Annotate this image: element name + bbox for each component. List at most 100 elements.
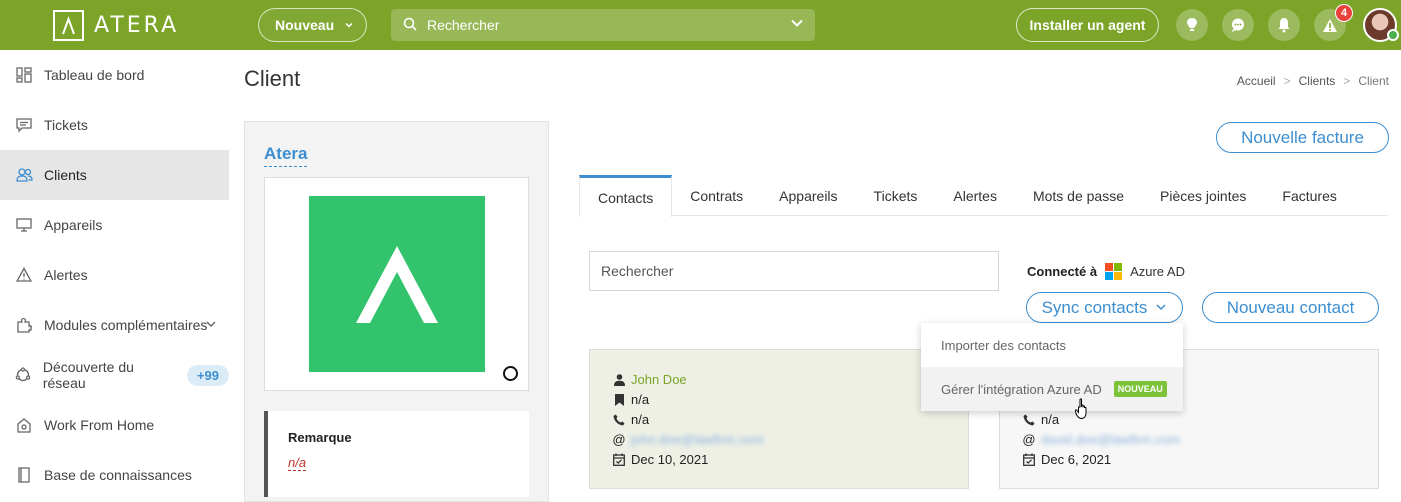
contact-email[interactable]: john.doe@lawfirm.com [631,432,763,447]
dashboard-icon [15,66,33,84]
top-bar: ATERA Nouveau Rechercher Installer un ag… [0,0,1401,50]
calendar-check-icon [613,453,625,466]
book-icon [15,466,33,484]
connected-label: Connecté à [1027,264,1098,279]
breadcrumb: Accueil > Clients > Client [1237,74,1389,88]
sync-contacts-menu: Importer des contacts Gérer l'intégratio… [921,323,1183,411]
menu-item-import-contacts[interactable]: Importer des contacts [921,323,1183,367]
client-name[interactable]: Atera [264,144,308,167]
connected-status: Connecté à Azure AD [1027,263,1185,280]
bookmark-icon [613,393,625,406]
remark-title: Remarque [288,430,352,445]
contact-phone-row: n/a [613,412,649,427]
hand-cursor-icon [1074,398,1091,423]
contact-date: Dec 6, 2021 [1041,452,1112,467]
breadcrumb-clients[interactable]: Clients [1299,74,1336,88]
new-button-label: Nouveau [275,17,335,33]
ticket-icon [15,116,33,134]
contact-role-row: n/a [613,392,649,407]
logo-text: ATERA [94,13,180,38]
sync-contacts-button[interactable]: Sync contacts [1026,292,1183,323]
phone-icon [613,414,625,426]
puzzle-icon [15,316,33,334]
chevron-down-icon [344,17,354,33]
contact-phone-row: n/a [1023,412,1059,427]
sidebar-item-alerts[interactable]: Alertes [0,250,229,300]
tab-contracts[interactable]: Contrats [672,175,761,216]
sidebar-item-label: Base de connaissances [44,467,192,483]
sidebar-item-clients[interactable]: Clients [0,150,229,200]
network-icon [15,366,32,384]
contact-email[interactable]: david.doe@lawfirm.com [1041,432,1180,447]
contact-card[interactable]: John Doe n/a n/a @ john.doe@lawfirm.com … [589,349,969,489]
warning-icon [15,266,33,284]
contact-email-row: @ david.doe@lawfirm.com [1022,432,1180,447]
tab-contacts[interactable]: Contacts [579,175,673,217]
search-icon [403,17,417,34]
chat-icon[interactable] [1222,9,1254,41]
contact-email-row: @ john.doe@lawfirm.com [612,432,763,447]
calendar-check-icon [1023,453,1035,466]
remark-card: Remarque n/a [264,411,529,497]
contact-phone: n/a [631,412,650,427]
new-button[interactable]: Nouveau [258,8,367,42]
new-badge: NOUVEAU [1113,381,1167,397]
global-search[interactable]: Rechercher [391,9,815,41]
menu-item-manage-azure[interactable]: Gérer l'intégration Azure AD NOUVEAU [921,367,1183,411]
sidebar-item-tickets[interactable]: Tickets [0,100,229,150]
network-count-badge: +99 [186,364,229,386]
bell-icon[interactable] [1268,9,1300,41]
alert-count-badge: 4 [1335,4,1353,22]
home-icon [15,416,33,434]
tab-attachments[interactable]: Pièces jointes [1142,175,1264,216]
menu-item-label: Gérer l'intégration Azure AD [941,381,1102,397]
sidebar-item-knowledge-base[interactable]: Base de connaissances [0,450,229,500]
breadcrumb-separator: > [1343,74,1351,88]
contact-name-row: John Doe [613,372,687,387]
clients-icon [15,166,33,184]
online-status-dot [1387,29,1399,41]
breadcrumb-current: Client [1358,74,1389,88]
microsoft-icon [1105,263,1123,280]
sidebar-item-label: Tableau de bord [44,67,145,83]
phone-icon [1023,414,1035,426]
install-agent-button[interactable]: Installer un agent [1016,8,1159,42]
lightbulb-icon[interactable] [1176,9,1208,41]
monitor-icon [15,216,33,234]
sync-contacts-label: Sync contacts [1041,297,1148,317]
sidebar-item-label: Découverte du réseau [42,359,134,391]
sidebar-item-label: Alertes [44,267,88,283]
chevron-down-icon [1155,298,1167,318]
new-contact-button[interactable]: Nouveau contact [1202,292,1379,323]
contact-role: n/a [631,392,650,407]
tab-invoices[interactable]: Factures [1264,175,1354,216]
sidebar-item-label: Modules complémentaires [44,317,208,333]
at-icon: @ [1022,432,1036,447]
atera-logo[interactable]: ATERA [53,10,179,41]
contacts-search-input[interactable]: Rechercher [589,251,999,291]
sidebar-item-network-discovery[interactable]: Découverte du réseau +99 [0,350,229,400]
tab-passwords[interactable]: Mots de passe [1015,175,1142,216]
chevron-down-icon[interactable] [789,15,805,34]
client-logo-image [309,196,485,372]
tab-alerts[interactable]: Alertes [935,175,1015,216]
contact-name[interactable]: John Doe [631,372,687,387]
connected-service: Azure AD [1130,264,1185,279]
sidebar-item-devices[interactable]: Appareils [0,200,229,250]
new-invoice-button[interactable]: Nouvelle facture [1216,122,1389,153]
tab-tickets[interactable]: Tickets [856,175,936,216]
logo-edit-handle[interactable] [503,366,518,381]
remark-value[interactable]: n/a [288,455,307,471]
menu-item-label: Importer des contacts [941,337,1066,353]
chevron-down-icon[interactable] [205,317,217,333]
client-tabs: Contacts Contrats Appareils Tickets Aler… [579,175,1388,217]
contact-date-row: Dec 10, 2021 [613,452,708,467]
sidebar-item-work-from-home[interactable]: Work From Home [0,400,229,450]
breadcrumb-home[interactable]: Accueil [1237,74,1276,88]
sidebar-item-dashboard[interactable]: Tableau de bord [0,50,229,100]
sidebar-item-addons[interactable]: Modules complémentaires [0,300,229,350]
atera-logo-icon [53,10,84,41]
sidebar: Tableau de bord Tickets Clients Appareil… [0,50,229,502]
contact-phone: n/a [1041,412,1060,427]
tab-devices[interactable]: Appareils [761,175,855,216]
